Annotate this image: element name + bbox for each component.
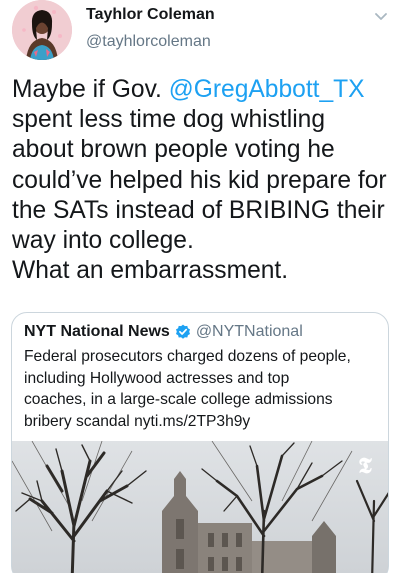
quoted-text-line: including Hollywood actresses and top [24, 369, 290, 387]
quoted-author-handle: @NYTNational [195, 323, 303, 340]
quoted-text-line: coaches, in a large-scale college admiss… [24, 391, 333, 408]
author-name[interactable]: Tayhlor Coleman [86, 6, 215, 24]
tweet-line: What an embarrassment. [12, 257, 289, 285]
tweet-text-segment: Maybe if Gov. [12, 76, 169, 103]
verified-badge-icon [175, 324, 190, 339]
mention-link[interactable]: @GregAbbott_TX [169, 76, 365, 103]
tweet-text: Maybe if Gov. @GregAbbott_TX spent less … [12, 75, 404, 286]
chevron-down-icon[interactable] [372, 7, 390, 25]
quoted-tweet-card[interactable]: NYT National News @NYTNational Federal p… [11, 312, 389, 573]
nyt-logo-icon: 𝕿 [358, 453, 372, 479]
quoted-tweet-image[interactable]: 𝕿 [12, 441, 388, 573]
quoted-text-line: bribery scandal nyti.ms/2TP3h9y [24, 412, 251, 430]
quoted-author-name: NYT National News [24, 323, 170, 340]
tweet-line: spent less time dog whistling [12, 106, 326, 134]
tweet-line: way into college. [12, 227, 194, 255]
avatar[interactable] [12, 0, 72, 60]
quoted-text-line: Federal prosecutors charged dozens of pe… [24, 348, 351, 365]
tweet-line: could’ve helped his kid prepare for [12, 166, 387, 194]
tweet-line: about brown people voting he [12, 136, 335, 164]
author-handle[interactable]: @tayhlorcoleman [86, 33, 211, 51]
tweet-line: the SATs instead of BRIBING their [12, 196, 385, 224]
campus-photo [12, 441, 388, 573]
tweet-line: Maybe if Gov. @GregAbbott_TX [12, 75, 404, 105]
avatar-photo [12, 0, 72, 60]
quoted-tweet-header: NYT National News @NYTNational [24, 323, 303, 341]
quoted-tweet-text: Federal prosecutors charged dozens of pe… [24, 346, 384, 432]
